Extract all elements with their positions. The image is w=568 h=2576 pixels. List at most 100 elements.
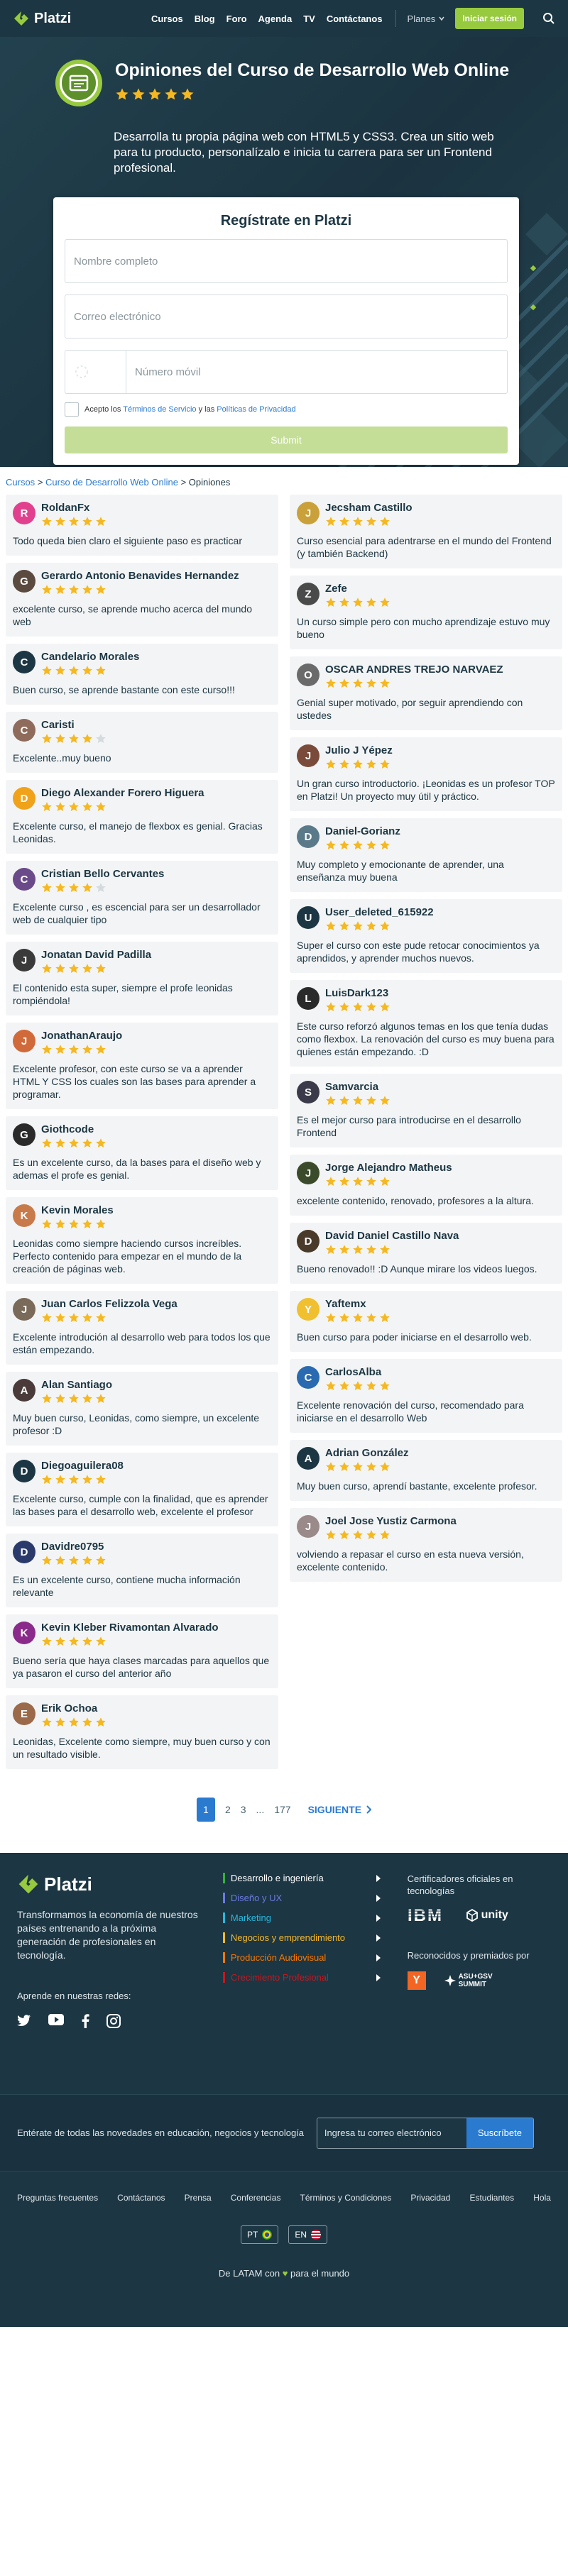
avatar[interactable]: C [13, 868, 36, 891]
subscribe-button[interactable]: Suscríbete [466, 2118, 533, 2148]
avatar[interactable]: S [297, 1081, 320, 1103]
submit-button[interactable]: Submit [65, 426, 508, 453]
next-page-button[interactable]: SIGUIENTE [308, 1804, 372, 1815]
reviewer-name[interactable]: Giothcode [41, 1123, 106, 1135]
lang-en-button[interactable]: EN [288, 2225, 327, 2244]
reviewer-name[interactable]: Jecsham Castillo [325, 502, 413, 514]
platzi-logo[interactable]: Platzi [13, 10, 71, 27]
avatar[interactable]: C [13, 719, 36, 742]
facebook-icon[interactable] [81, 2014, 89, 2028]
reviewer-name[interactable]: Joel Jose Yustiz Carmona [325, 1515, 457, 1527]
reviewer-name[interactable]: Diegoaguilera08 [41, 1460, 124, 1472]
link-faq[interactable]: Preguntas frecuentes [17, 2193, 98, 2203]
avatar[interactable]: G [13, 570, 36, 593]
avatar[interactable]: J [13, 1298, 36, 1321]
avatar[interactable]: Y [297, 1298, 320, 1321]
country-code-select[interactable] [65, 351, 127, 393]
nav-blog[interactable]: Blog [195, 13, 215, 24]
avatar[interactable]: G [13, 1123, 36, 1146]
breadcrumb-cursos[interactable]: Cursos [6, 477, 35, 488]
nav-foro[interactable]: Foro [226, 13, 247, 24]
reviewer-name[interactable]: Davidre0795 [41, 1541, 106, 1553]
link-privacy[interactable]: Privacidad [410, 2193, 450, 2203]
avatar[interactable]: C [297, 1366, 320, 1389]
footer-category-item[interactable]: Diseño y UX [222, 1893, 381, 1903]
avatar[interactable]: R [13, 502, 36, 524]
phone-input[interactable] [126, 365, 507, 378]
reviewer-name[interactable]: Diego Alexander Forero Higuera [41, 787, 204, 799]
avatar[interactable]: D [13, 787, 36, 810]
avatar[interactable]: L [297, 987, 320, 1010]
avatar[interactable]: J [13, 949, 36, 971]
link-terms[interactable]: Términos y Condiciones [300, 2193, 392, 2203]
reviewer-name[interactable]: JonathanAraujo [41, 1030, 122, 1042]
reviewer-name[interactable]: Julio J Yépez [325, 744, 393, 756]
reviewer-name[interactable]: Candelario Morales [41, 651, 139, 663]
avatar[interactable]: E [13, 1702, 36, 1725]
reviewer-name[interactable]: Daniel-Gorianz [325, 825, 400, 837]
newsletter-email-input[interactable] [317, 2118, 466, 2148]
link-hola[interactable]: Hola [533, 2193, 551, 2203]
nav-cursos[interactable]: Cursos [151, 13, 183, 24]
reviewer-name[interactable]: Alan Santiago [41, 1379, 112, 1391]
nav-agenda[interactable]: Agenda [258, 13, 293, 24]
page-177[interactable]: 177 [274, 1804, 290, 1815]
avatar[interactable]: K [13, 1204, 36, 1227]
reviewer-name[interactable]: Juan Carlos Felizzola Vega [41, 1298, 178, 1310]
avatar[interactable]: J [13, 1030, 36, 1052]
reviewer-name[interactable]: Samvarcia [325, 1081, 390, 1093]
reviewer-name[interactable]: Jorge Alejandro Matheus [325, 1162, 452, 1174]
login-button[interactable]: Iniciar sesión [455, 8, 524, 29]
reviewer-name[interactable]: OSCAR ANDRES TREJO NARVAEZ [325, 664, 503, 676]
plans-dropdown[interactable]: Planes [408, 13, 446, 24]
breadcrumb-course[interactable]: Curso de Desarrollo Web Online [45, 477, 178, 488]
avatar[interactable]: A [13, 1379, 36, 1402]
avatar[interactable]: J [297, 1515, 320, 1538]
footer-logo[interactable]: Platzi [17, 1873, 209, 1895]
full-name-input[interactable] [74, 255, 507, 268]
avatar[interactable]: D [13, 1460, 36, 1482]
avatar[interactable]: O [297, 664, 320, 686]
nav-tv[interactable]: TV [303, 13, 315, 24]
avatar[interactable]: D [297, 1230, 320, 1253]
avatar[interactable]: J [297, 502, 320, 524]
footer-category-item[interactable]: Marketing [222, 1912, 381, 1923]
avatar[interactable]: U [297, 906, 320, 929]
terms-of-service-link[interactable]: Términos de Servicio [123, 405, 196, 414]
avatar[interactable]: K [13, 1622, 36, 1644]
terms-checkbox[interactable] [65, 402, 79, 417]
nav-contactanos[interactable]: Contáctanos [327, 13, 383, 24]
reviewer-name[interactable]: Yaftemx [325, 1298, 390, 1310]
twitter-icon[interactable] [17, 2014, 31, 2027]
avatar[interactable]: A [297, 1447, 320, 1470]
reviewer-name[interactable]: David Daniel Castillo Nava [325, 1230, 459, 1242]
avatar[interactable]: Z [297, 583, 320, 605]
link-students[interactable]: Estudiantes [469, 2193, 514, 2203]
page-1[interactable]: 1 [196, 1798, 215, 1822]
search-icon[interactable] [542, 12, 555, 25]
page-3[interactable]: 3 [241, 1804, 246, 1815]
avatar[interactable]: J [297, 744, 320, 767]
link-contact[interactable]: Contáctanos [117, 2193, 165, 2203]
email-input[interactable] [74, 310, 507, 323]
instagram-icon[interactable] [106, 2014, 121, 2028]
avatar[interactable]: D [297, 825, 320, 848]
footer-category-item[interactable]: Crecimiento Profesional [222, 1972, 381, 1983]
link-press[interactable]: Prensa [185, 2193, 212, 2203]
reviewer-name[interactable]: Gerardo Antonio Benavides Hernandez [41, 570, 239, 582]
reviewer-name[interactable]: CarlosAlba [325, 1366, 390, 1378]
lang-pt-button[interactable]: PT [240, 2225, 279, 2244]
footer-category-item[interactable]: Negocios y emprendimiento [222, 1932, 381, 1943]
reviewer-name[interactable]: Kevin Kleber Rivamontan Alvarado [41, 1622, 219, 1634]
reviewer-name[interactable]: Caristi [41, 719, 106, 731]
avatar[interactable]: D [13, 1541, 36, 1563]
footer-category-item[interactable]: Desarrollo e ingeniería [222, 1873, 381, 1883]
privacy-policy-link[interactable]: Políticas de Privacidad [217, 405, 295, 414]
reviewer-name[interactable]: Cristian Bello Cervantes [41, 868, 164, 880]
youtube-icon[interactable] [48, 2014, 64, 2025]
footer-category-item[interactable]: Producción Audiovisual [222, 1952, 381, 1963]
link-conferences[interactable]: Conferencias [231, 2193, 281, 2203]
avatar[interactable]: C [13, 651, 36, 673]
page-2[interactable]: 2 [225, 1804, 231, 1815]
reviewer-name[interactable]: LuisDark123 [325, 987, 390, 999]
